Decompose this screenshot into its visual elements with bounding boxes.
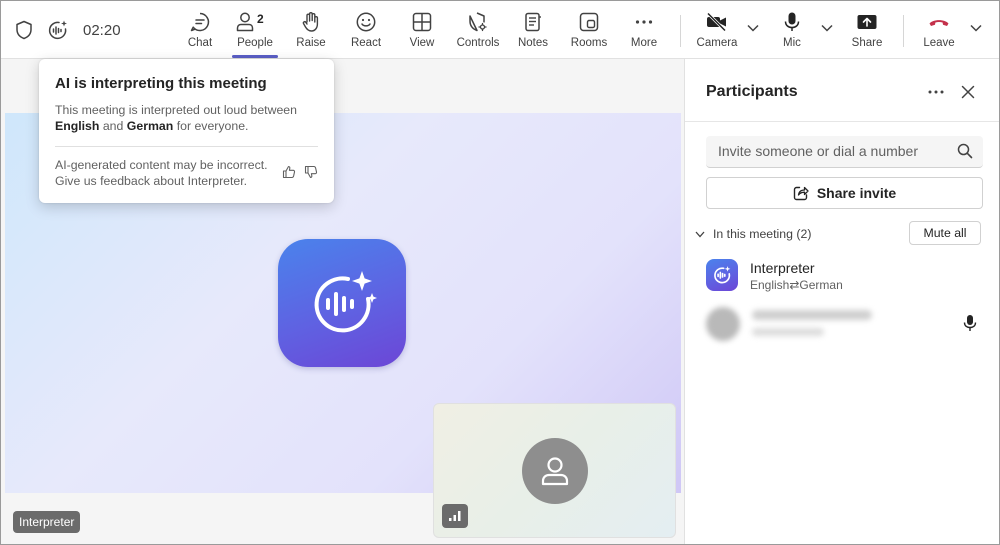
feedback-text: AI-generated content may be incorrect. G…	[55, 158, 268, 188]
share-invite-button[interactable]: Share invite	[706, 177, 983, 209]
panel-more-options-button[interactable]	[925, 81, 947, 103]
speaker-name-label: Interpreter	[13, 511, 81, 533]
interpreter-logo-icon	[714, 266, 731, 284]
chat-icon	[190, 12, 210, 32]
self-video-tile[interactable]	[433, 403, 676, 538]
avatar	[706, 259, 738, 291]
meeting-window: 02:20 Chat 2 People Raise React View Con…	[0, 0, 1000, 545]
hang-up-icon	[929, 20, 949, 26]
camera-button[interactable]: Camera	[687, 9, 747, 57]
shield-icon[interactable]	[13, 19, 35, 41]
chevron-down-icon	[695, 231, 705, 237]
panel-title: Participants	[706, 83, 798, 100]
call-timer: 02:20	[83, 21, 121, 39]
view-button[interactable]: View	[392, 9, 452, 57]
grid-view-icon	[412, 12, 432, 32]
interpreter-status-icon[interactable]	[47, 19, 69, 41]
person-icon	[541, 457, 569, 486]
camera-off-icon	[706, 12, 727, 32]
thumbs-up-button[interactable]	[282, 165, 296, 184]
participants-panel: Participants Share invite In this meetin…	[684, 59, 999, 544]
source-language: English	[55, 119, 100, 133]
invite-search-box	[706, 136, 983, 168]
thumbs-up-icon	[282, 165, 296, 179]
react-button[interactable]: React	[336, 9, 396, 57]
share-button[interactable]: Share	[837, 9, 897, 57]
controls-button[interactable]: Controls	[448, 9, 508, 57]
meeting-status: 02:20	[13, 17, 121, 43]
participant-name: Interpreter	[750, 260, 815, 276]
leave-options-chevron[interactable]	[968, 21, 984, 35]
share-arrow-icon	[793, 186, 809, 201]
redacted-name	[752, 310, 872, 320]
avatar	[522, 438, 588, 504]
popover-title: AI is interpreting this meeting	[55, 75, 267, 92]
shield-gear-icon	[469, 12, 487, 32]
participant-mic-icon[interactable]	[963, 314, 977, 337]
leave-button[interactable]: Leave	[909, 9, 969, 57]
invite-search-input[interactable]	[706, 136, 946, 166]
feedback-buttons	[282, 165, 318, 184]
chevron-down-icon	[821, 24, 833, 32]
people-count-badge: 2	[257, 12, 264, 26]
popover-divider	[55, 146, 318, 147]
microphone-icon	[784, 12, 800, 31]
thumbs-down-button[interactable]	[304, 165, 318, 184]
swap-arrows-icon: ⇄	[789, 278, 800, 292]
mute-all-button[interactable]: Mute all	[909, 221, 981, 245]
breakout-rooms-icon	[579, 12, 599, 32]
interpreter-info-popover: AI is interpreting this meeting This mee…	[39, 59, 334, 203]
section-label: In this meeting (2)	[713, 227, 812, 241]
meeting-toolbar: 02:20 Chat 2 People Raise React View Con…	[1, 1, 999, 59]
search-icon[interactable]	[957, 143, 973, 164]
mic-options-chevron[interactable]	[819, 21, 835, 35]
network-quality-button[interactable]	[442, 504, 468, 528]
camera-options-chevron[interactable]	[745, 21, 761, 35]
raise-hand-icon	[302, 12, 319, 32]
rooms-button[interactable]: Rooms	[559, 9, 619, 57]
interpreter-logo-icon	[314, 271, 377, 333]
in-meeting-section-toggle[interactable]: In this meeting (2)	[695, 223, 811, 245]
chevron-down-icon	[747, 24, 759, 32]
people-icon	[236, 12, 254, 32]
notes-icon	[525, 12, 541, 32]
active-tab-indicator	[232, 55, 278, 58]
popover-description: This meeting is interpreted out loud bet…	[55, 103, 297, 133]
signal-bars-icon	[449, 511, 461, 521]
smiley-icon	[356, 12, 376, 32]
raise-hand-button[interactable]: Raise	[281, 9, 341, 57]
chat-button[interactable]: Chat	[170, 9, 230, 57]
chevron-down-icon	[970, 24, 982, 32]
panel-close-button[interactable]	[957, 81, 979, 103]
interpreter-app-tile	[278, 239, 406, 367]
thumbs-down-icon	[304, 165, 318, 179]
more-horizontal-icon	[928, 90, 944, 94]
participant-row[interactable]	[706, 304, 983, 344]
participant-row[interactable]: Interpreter English⇄German	[706, 259, 983, 299]
avatar	[706, 307, 740, 341]
share-screen-icon	[857, 15, 877, 29]
more-horizontal-icon	[635, 20, 653, 24]
close-icon	[961, 85, 975, 99]
target-language: German	[126, 119, 174, 133]
toolbar-divider	[903, 15, 904, 47]
notes-button[interactable]: Notes	[503, 9, 563, 57]
toolbar-divider	[680, 15, 681, 47]
redacted-subtitle	[752, 328, 824, 336]
panel-header-divider	[685, 121, 999, 122]
mic-button[interactable]: Mic	[762, 9, 822, 57]
participant-languages: English⇄German	[750, 278, 843, 292]
people-button[interactable]: 2 People	[225, 9, 285, 57]
more-button[interactable]: More	[614, 9, 674, 57]
